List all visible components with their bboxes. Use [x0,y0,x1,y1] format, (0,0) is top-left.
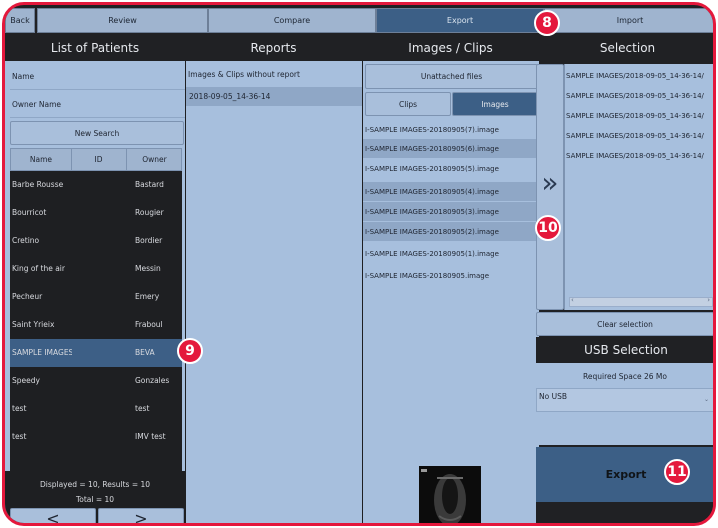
callout-badge: 10 [535,215,561,241]
reports-pane: Images & Clips without report 2018-09-05… [185,61,362,523]
patient-name: test [12,404,27,413]
patient-row[interactable]: Speedy Gonzales [10,367,182,395]
patient-owner: Rougier [135,208,164,217]
callout-badge: 9 [177,338,203,364]
selection-item[interactable]: SAMPLE IMAGES/2018-09-05_14-36-14/ [565,106,711,126]
usb-dropdown-value: No USB [539,392,567,401]
usb-pane: Required Space 26 Mo No USB ⌄ [536,363,713,445]
patients-footer: Displayed = 10, Results = 10 Total = 10 … [5,471,185,523]
owner-column-header[interactable]: Owner [126,155,183,164]
usb-dropdown[interactable]: No USB ⌄ [536,388,713,412]
patient-owner: Fraboul [135,320,163,329]
report-item-selected[interactable]: 2018-09-05_14-36-14 [186,87,362,106]
patient-row[interactable]: Barbe Rousse Bastard [10,171,182,199]
ultrasound-thumbnail-icon [419,466,481,523]
patient-owner: test [135,404,150,413]
selection-item[interactable]: SAMPLE IMAGES/2018-09-05_14-36-14/ [565,66,711,86]
patient-owner: Gonzales [135,376,170,385]
patient-name: Cretino [12,236,40,245]
patient-name: Pecheur [12,292,43,301]
patient-name: Bourricot [12,208,47,217]
new-search-button[interactable]: New Search [10,121,184,145]
id-column-header[interactable]: ID [71,155,126,164]
image-file-item-selected[interactable]: I-SAMPLE IMAGES-20180905(6).image [363,139,537,158]
patient-owner: Emery [135,292,160,301]
reports-column-title: Reports [250,40,297,55]
name-column-header[interactable]: Name [11,155,71,164]
patient-owner: Bastard [135,180,164,189]
tab-clips[interactable]: Clips [365,92,451,116]
previous-page-button[interactable]: < [10,508,96,523]
patient-name: SAMPLE IMAGES [12,348,72,357]
patient-owner: Messin [135,264,161,273]
double-chevron-right-icon: » [541,165,559,199]
required-space-label: Required Space 26 Mo [583,372,667,381]
patient-owner: BEVA [135,348,155,357]
selection-list: SAMPLE IMAGES/2018-09-05_14-36-14/ SAMPL… [564,64,713,310]
patient-name: King of the air [12,264,65,273]
add-to-selection-button[interactable]: » [536,64,564,310]
patients-column-title: List of Patients [50,40,140,55]
report-item-without-report[interactable]: Images & Clips without report [188,70,300,79]
patient-row[interactable]: test test [10,395,182,423]
patient-row[interactable]: Bourricot Rougier [10,199,182,227]
patient-name: Barbe Rousse [12,180,64,189]
patient-owner: Bordier [135,236,163,245]
unattached-files-button[interactable]: Unattached files [365,64,538,89]
images-pane: Unattached files Clips Images I-SAMPLE I… [362,61,539,523]
image-file-item[interactable]: I-SAMPLE IMAGES-20180905(7).image [363,120,537,139]
image-file-item-selected[interactable]: I-SAMPLE IMAGES-20180905(2).image [363,222,537,241]
tab-compare[interactable]: Compare [208,8,376,33]
selection-column-title: Selection [599,40,656,55]
tab-import[interactable]: Import [544,8,713,33]
patient-row[interactable]: Saint Yrieix Fraboul [10,311,182,339]
image-thumbnail[interactable] [419,466,481,523]
app-window: Back Review Compare Export Import List o… [2,2,716,526]
usb-selection-title: USB Selection [536,337,713,363]
image-file-item[interactable]: I-SAMPLE IMAGES-20180905(1).image [363,244,537,263]
total-count: Total = 10 [75,495,115,504]
callout-badge: 11 [664,459,690,485]
patients-list: Barbe Rousse Bastard Bourricot Rougier Cre… [10,171,182,471]
horizontal-scrollbar[interactable]: ‹ › [569,296,713,307]
selection-item[interactable]: SAMPLE IMAGES/2018-09-05_14-36-14/ [565,126,711,146]
image-file-item[interactable]: I-SAMPLE IMAGES-20180905(5).image [363,159,537,178]
patients-table-header: Name ID Owner [10,148,182,171]
patient-name: test [12,432,27,441]
patient-owner: IMV test [135,432,166,441]
images-column-title: Images / Clips [408,40,493,55]
export-footer [536,502,713,523]
back-tab[interactable]: Back [5,8,35,33]
patient-row[interactable]: test IMV test [10,423,182,451]
next-page-button[interactable]: > [98,508,184,523]
owner-name-field[interactable]: Owner Name [10,92,185,118]
clear-selection-button[interactable]: Clear selection [536,312,713,336]
patient-name: Speedy [12,376,40,385]
patient-row[interactable]: King of the air Messin [10,255,182,283]
patient-name: Saint Yrieix [12,320,55,329]
tab-export[interactable]: Export [376,8,544,33]
patient-row-selected[interactable]: SAMPLE IMAGES BEVA [10,339,182,367]
tab-review[interactable]: Review [37,8,208,33]
callout-badge: 8 [534,10,560,36]
selection-item[interactable]: SAMPLE IMAGES/2018-09-05_14-36-14/ [565,146,711,166]
scroll-right-icon[interactable]: › [707,296,710,304]
image-file-item[interactable]: I-SAMPLE IMAGES-20180905.image [363,266,537,285]
scroll-left-icon[interactable]: ‹ [571,296,574,304]
name-field[interactable]: Name [10,64,185,90]
patient-row[interactable]: Pecheur Emery [10,283,182,311]
tab-images[interactable]: Images [452,92,538,116]
patient-row[interactable]: Cretino Bordier [10,227,182,255]
selection-item[interactable]: SAMPLE IMAGES/2018-09-05_14-36-14/ [565,86,711,106]
image-file-item-selected[interactable]: I-SAMPLE IMAGES-20180905(3).image [363,202,537,221]
results-count: Displayed = 10, Results = 10 [39,480,151,489]
chevron-down-icon: ⌄ [703,396,709,403]
image-file-item-selected[interactable]: I-SAMPLE IMAGES-20180905(4).image [363,182,537,201]
